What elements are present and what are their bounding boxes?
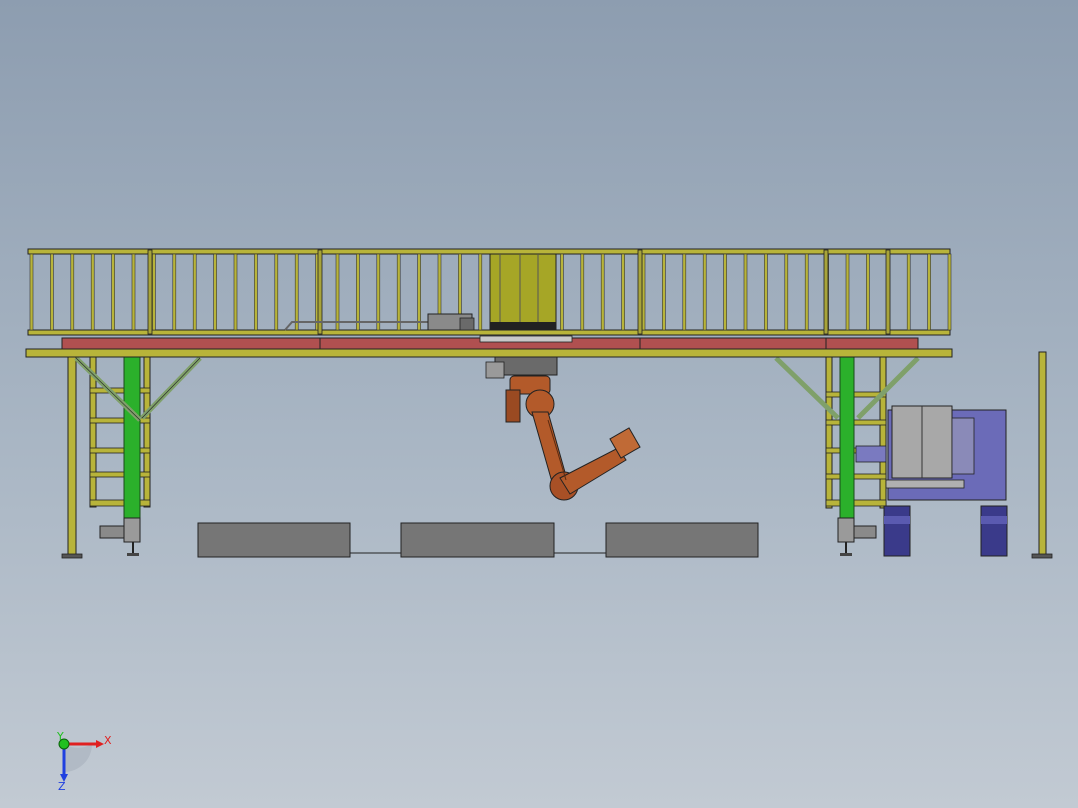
railing-baluster (682, 253, 687, 331)
railing-baluster (376, 253, 381, 331)
workpiece-fixture[interactable] (197, 522, 759, 558)
railing-baluster (172, 253, 177, 331)
railing-baluster (417, 253, 421, 331)
railing-baluster (152, 253, 156, 331)
railing-baluster (396, 253, 401, 331)
control-cabinet-cart[interactable] (855, 405, 1008, 557)
railing-baluster (641, 253, 646, 331)
railing-post (885, 249, 891, 335)
y-axis-label: Y (56, 730, 64, 743)
railing-baluster (723, 253, 727, 331)
railing-baluster (662, 253, 666, 331)
left-support-frame[interactable] (61, 351, 202, 559)
railing-baluster (233, 253, 238, 331)
platform-deck[interactable] (25, 335, 953, 358)
railing-baluster (213, 253, 217, 331)
z-axis-label: Z (58, 780, 66, 793)
railing-baluster (335, 253, 340, 331)
coordinate-triad: X Y Z (56, 730, 112, 793)
far-right-post[interactable] (1031, 351, 1053, 559)
railing-baluster (764, 253, 768, 331)
railing-baluster (906, 253, 911, 331)
railing-baluster (111, 253, 115, 331)
railing-baluster (947, 253, 952, 331)
cad-graphics-viewport[interactable]: X Y Z (0, 0, 1078, 808)
railing-baluster (560, 253, 564, 331)
railing-baluster (600, 253, 605, 331)
railing-baluster (356, 253, 360, 331)
railing-baluster (70, 253, 75, 331)
railing-baluster (927, 253, 931, 331)
railing-baluster (192, 253, 197, 331)
railing-post (637, 249, 643, 335)
railing-baluster (743, 253, 748, 331)
railing-baluster (131, 253, 136, 331)
railing-baluster (784, 253, 789, 331)
railing-post (823, 249, 829, 335)
assembly-drawing[interactable]: X Y Z (0, 0, 1078, 808)
railing-baluster (845, 253, 850, 331)
railing-baluster (90, 253, 95, 331)
railing-baluster (294, 253, 299, 331)
railing-baluster (274, 253, 279, 331)
railing-baluster (866, 253, 870, 331)
railing-baluster (580, 253, 585, 331)
industrial-robot-arm[interactable] (485, 356, 641, 501)
railing-baluster (50, 253, 54, 331)
railing-post (147, 249, 153, 335)
railing-baluster (254, 253, 258, 331)
railing-baluster (804, 253, 809, 331)
railing-baluster (702, 253, 707, 331)
railing-baluster (478, 253, 483, 331)
x-axis-label: X (104, 734, 112, 747)
railing-baluster (621, 253, 625, 331)
railing-baluster (29, 253, 34, 331)
